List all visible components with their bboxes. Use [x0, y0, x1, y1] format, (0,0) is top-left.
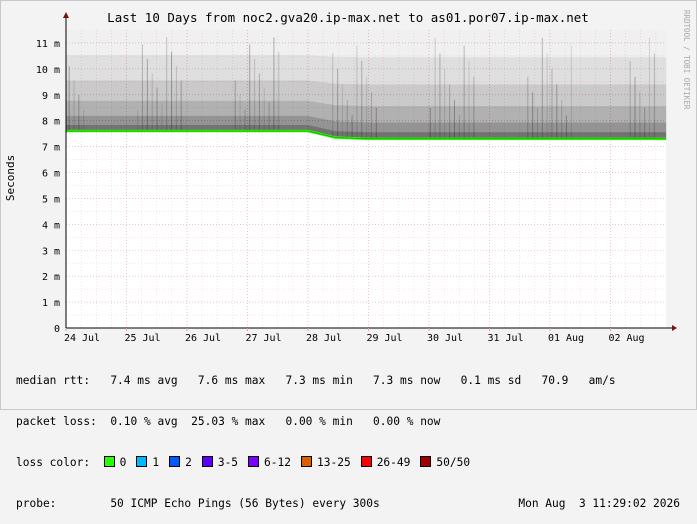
x-tick-label: 30 Jul	[427, 333, 463, 344]
x-tick-label: 25 Jul	[124, 333, 160, 344]
x-axis-arrow	[672, 325, 677, 331]
y-tick-labels: 0 1 m 2 m 3 m 4 m 5 m 6 m 7 m 8 m 9 m 10 m 11 m	[36, 39, 60, 335]
median-now: 7.3 ms now	[373, 374, 441, 388]
loss-color-label-3: 3-5	[217, 455, 239, 469]
median-max: 7.6 ms max	[197, 374, 266, 388]
smokeping-chart: Last 10 Days from noc2.gva20.ip-max.net …	[4, 10, 691, 344]
probe-text: 50 ICMP Echo Pings (56 Bytes) every 300s	[110, 496, 380, 510]
loss-color-label-6: 26-49	[376, 455, 411, 469]
loss-min: 0.00 % min	[285, 414, 353, 428]
probe-label: probe:	[16, 496, 57, 510]
x-tick-label: 27 Jul	[245, 333, 281, 344]
median-sd: 0.1 ms sd	[460, 374, 522, 388]
loss-color-item: 2	[169, 455, 192, 470]
loss-color-item: 13-25	[301, 455, 351, 470]
y-tick-label: 11 m	[36, 39, 60, 50]
loss-color-label-1: 1	[152, 455, 160, 469]
loss-color-label-5: 13-25	[317, 455, 351, 469]
y-tick-label: 5 m	[42, 194, 60, 205]
loss-label: packet loss:	[16, 414, 97, 428]
legend-row-probe: probe: 50 ICMP Echo Pings (56 Bytes) eve…	[16, 497, 686, 511]
rrdtool-watermark: RRDTOOL / TOBI OETIKER	[682, 10, 691, 110]
loss-color-swatch	[420, 455, 432, 467]
y-tick-label: 2 m	[42, 272, 60, 283]
loss-color-item: 3-5	[201, 455, 239, 470]
y-axis-arrow	[63, 12, 69, 18]
y-tick-label: 4 m	[42, 220, 60, 231]
legend-block: median rtt: 7.4 ms avg 7.6 ms max 7.3 ms…	[16, 347, 686, 524]
median-min: 7.3 ms min	[285, 374, 353, 388]
y-tick-label: 3 m	[42, 246, 60, 257]
loss-color-swatch	[248, 455, 260, 467]
y-tick-label: 9 m	[42, 91, 60, 102]
median-label: median rtt:	[16, 374, 91, 388]
loss-color-items: 0 1 2 3-5 6-12 13-25 26-49 50/50	[103, 455, 480, 470]
loss-color-label: loss color:	[16, 455, 91, 469]
loss-color-item: 1	[136, 455, 160, 470]
loss-color-swatch	[169, 455, 181, 467]
y-tick-label: 7 m	[42, 143, 60, 154]
loss-color-swatch	[201, 455, 213, 467]
loss-color-swatch	[136, 455, 148, 467]
loss-color-swatch	[360, 455, 372, 467]
loss-avg: 0.10 % avg	[110, 414, 178, 428]
x-tick-label: 28 Jul	[306, 333, 342, 344]
median-avg: 7.4 ms avg	[110, 374, 178, 388]
x-tick-label: 01 Aug	[548, 333, 584, 344]
loss-color-item: 50/50	[420, 455, 471, 470]
x-tick-label: 02 Aug	[608, 333, 644, 344]
x-tick-labels: 24 Jul 25 Jul 26 Jul 27 Jul 28 Jul 29 Jul 30 J…	[64, 333, 645, 344]
loss-color-label-4: 6-12	[264, 455, 291, 469]
loss-now: 0.00 % now	[373, 414, 441, 428]
chart-title: Last 10 Days from noc2.gva20.ip-max.net …	[107, 10, 589, 25]
loss-color-label-7: 50/50	[436, 455, 471, 469]
legend-row-loss-color: loss color: 0 1 2 3-5 6-12 13-25 26-49 50/50	[16, 455, 686, 470]
y-tick-label: 0	[54, 324, 60, 335]
x-tick-label: 26 Jul	[185, 333, 221, 344]
y-tick-label: 1 m	[42, 298, 60, 309]
loss-color-label-0: 0	[119, 455, 127, 469]
loss-color-label-2: 2	[185, 455, 192, 469]
smoke-band	[66, 30, 667, 139]
probe-date: Mon Aug 3 11:29:02 2026	[518, 496, 680, 510]
loss-color-item: 6-12	[248, 455, 291, 470]
y-axis-label: Seconds	[4, 155, 17, 201]
loss-color-swatch	[103, 455, 115, 467]
loss-color-item: 26-49	[360, 455, 411, 470]
y-tick-label: 10 m	[36, 65, 60, 76]
loss-color-item: 0	[103, 455, 127, 470]
legend-row-loss: packet loss: 0.10 % avg 25.03 % max 0.00…	[16, 415, 686, 429]
loss-max: 25.03 % max	[191, 414, 266, 428]
y-tick-label: 6 m	[42, 169, 60, 180]
y-tick-label: 8 m	[42, 117, 60, 128]
x-tick-label: 24 Jul	[64, 333, 100, 344]
x-tick-label: 29 Jul	[366, 333, 402, 344]
legend-row-median: median rtt: 7.4 ms avg 7.6 ms max 7.3 ms…	[16, 374, 686, 388]
median-amps: 70.9 am/s	[541, 374, 616, 388]
x-tick-label: 31 Jul	[487, 333, 523, 344]
loss-color-swatch	[301, 455, 312, 467]
